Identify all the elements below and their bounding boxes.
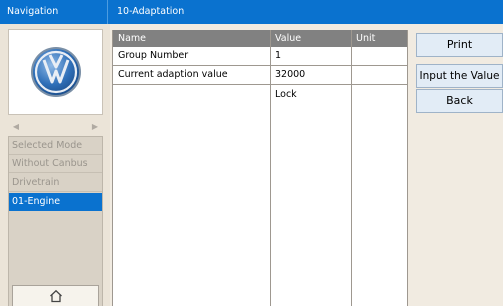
home-icon <box>50 289 62 303</box>
data-table: Name Value Unit Group Number 1 Current a… <box>112 30 408 306</box>
cell-value: Lock <box>275 89 297 100</box>
cell-name <box>113 86 270 104</box>
navigation-label: Navigation <box>7 6 59 17</box>
arrow-left-icon[interactable]: ◀ <box>10 120 22 133</box>
page-title: 10-Adaptation <box>117 6 185 17</box>
cell-name: Group Number <box>118 50 189 61</box>
volkswagen-logo-icon <box>31 47 81 97</box>
input-value-button[interactable]: Input the Value <box>416 64 503 88</box>
home-button[interactable] <box>12 285 99 306</box>
cell-unit <box>351 47 407 65</box>
cell-unit <box>351 86 407 104</box>
column-header-value: Value <box>275 33 302 44</box>
row-divider <box>113 84 407 85</box>
table-header: Name Value Unit <box>113 30 407 47</box>
mode-scroller: ◀ ▶ <box>8 120 103 133</box>
sidebar: ◀ ▶ Selected Mode Without Canbus Drivetr… <box>0 24 110 306</box>
cell-value: 1 <box>275 50 282 61</box>
mode-list: Selected Mode Without Canbus Drivetrain … <box>8 136 103 306</box>
print-button[interactable]: Print <box>416 33 503 57</box>
list-item-without-canbus[interactable]: Without Canbus <box>9 155 102 173</box>
list-item-selected-mode[interactable]: Selected Mode <box>9 137 102 155</box>
arrow-right-icon[interactable]: ▶ <box>89 120 101 133</box>
cell-value: 32000 <box>275 69 306 80</box>
column-header-unit: Unit <box>356 33 376 44</box>
cell-name: Current adaption value <box>118 69 228 80</box>
cell-unit <box>351 66 407 84</box>
divider <box>107 0 108 24</box>
list-item-engine[interactable]: 01-Engine <box>9 193 102 211</box>
brand-logo-panel <box>8 29 103 115</box>
column-header-name: Name <box>118 33 147 44</box>
back-button[interactable]: Back <box>416 89 503 113</box>
top-bar: Navigation 10-Adaptation <box>0 0 503 24</box>
list-item-drivetrain[interactable]: Drivetrain <box>9 174 102 192</box>
